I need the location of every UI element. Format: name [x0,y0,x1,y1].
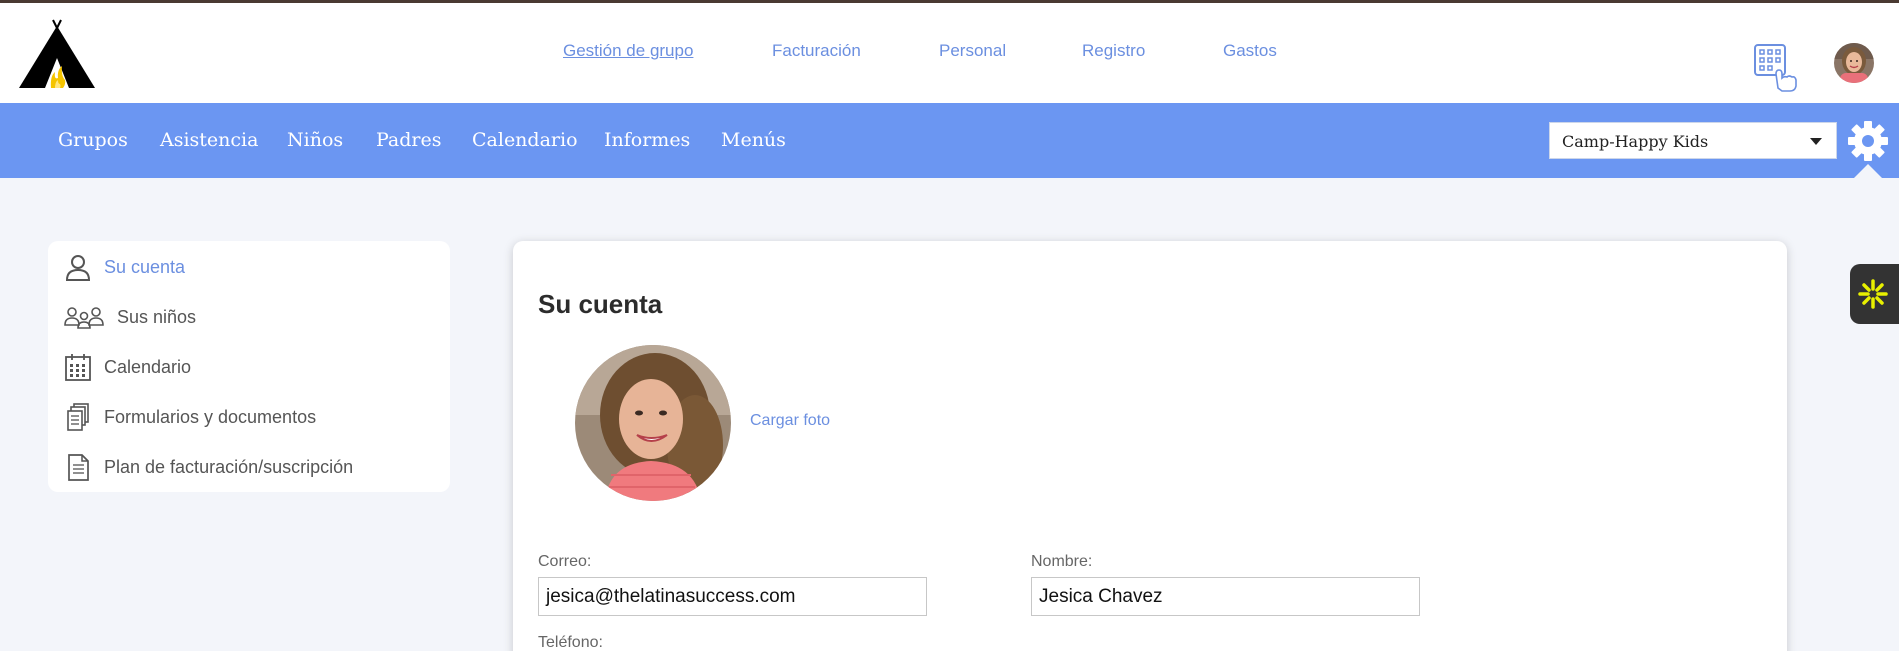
main-nav: Grupos Asistencia Niños Padres Calendari… [0,103,900,178]
topnav-link-gestion-de-grupo[interactable]: Gestión de grupo [563,41,693,61]
phone-label: Teléfono: [538,634,603,651]
mainnav-item-calendario[interactable]: Calendario [472,129,578,151]
avatar-photo-icon [1834,43,1874,83]
sidebar-item-formularios[interactable]: Formularios y documentos [48,403,450,433]
profile-photo-icon [575,345,731,501]
topnav-link-facturacion[interactable]: Facturación [772,41,861,61]
gear-indicator-notch [1854,164,1882,178]
documents-icon [67,403,89,431]
help-asterisk-icon [1858,279,1888,309]
mainnav-item-asistencia[interactable]: Asistencia [160,129,258,151]
mainnav-item-ninos[interactable]: Niños [287,129,343,151]
group-icon [64,307,104,329]
email-field[interactable]: jesica@thelatinasuccess.com [538,577,927,616]
topnav-link-registro[interactable]: Registro [1082,41,1145,61]
sidebar-item-sus-ninos[interactable]: Sus niños [48,303,450,333]
school-select[interactable]: Camp-Happy Kids [1549,122,1837,159]
name-field[interactable]: Jesica Chavez [1031,577,1420,616]
sidebar-item-plan-facturacion[interactable]: Plan de facturación/suscripción [48,453,450,483]
sidebar-item-calendario[interactable]: Calendario [48,353,450,383]
user-avatar[interactable] [1834,43,1874,83]
gear-icon[interactable] [1847,120,1889,162]
help-widget-tab[interactable] [1850,264,1899,324]
page-title: Su cuenta [538,289,663,319]
email-label: Correo: [538,553,592,570]
sidebar-item-su-cuenta[interactable]: Su cuenta [48,253,450,283]
chevron-down-icon [1810,138,1822,145]
mainnav-item-informes[interactable]: Informes [604,129,690,151]
topnav-link-gastos[interactable]: Gastos [1223,41,1277,61]
school-select-value: Camp-Happy Kids [1562,132,1709,151]
keypad-touch-icon[interactable] [1754,44,1798,92]
calendar-icon [65,354,91,381]
mainnav-item-menus[interactable]: Menús [721,129,786,151]
sidebar-item-label: Sus niños [117,307,197,327]
account-sidebar: Su cuenta Sus niños Calendario Formulari… [48,241,450,492]
topnav-link-personal[interactable]: Personal [939,41,1006,61]
top-header: Gestión de grupo Facturación Personal Re… [0,3,1899,103]
sidebar-item-label: Calendario [104,357,192,377]
upload-photo-link[interactable]: Cargar foto [750,412,830,430]
user-icon [65,255,91,281]
mainnav-item-grupos[interactable]: Grupos [58,129,128,151]
sidebar-item-label: Formularios y documentos [104,407,317,427]
name-label: Nombre: [1031,553,1093,570]
main-nav-bar: Grupos Asistencia Niños Padres Calendari… [0,103,1899,178]
top-nav: Gestión de grupo Facturación Personal Re… [0,41,1899,67]
account-card: Su cuenta Cargar foto Correo: jesica@the… [513,241,1787,651]
profile-photo [575,345,731,501]
sidebar-item-label: Su cuenta [104,257,186,277]
sidebar-item-label: Plan de facturación/suscripción [104,457,354,477]
mainnav-item-padres[interactable]: Padres [376,129,442,151]
document-icon [68,454,89,481]
